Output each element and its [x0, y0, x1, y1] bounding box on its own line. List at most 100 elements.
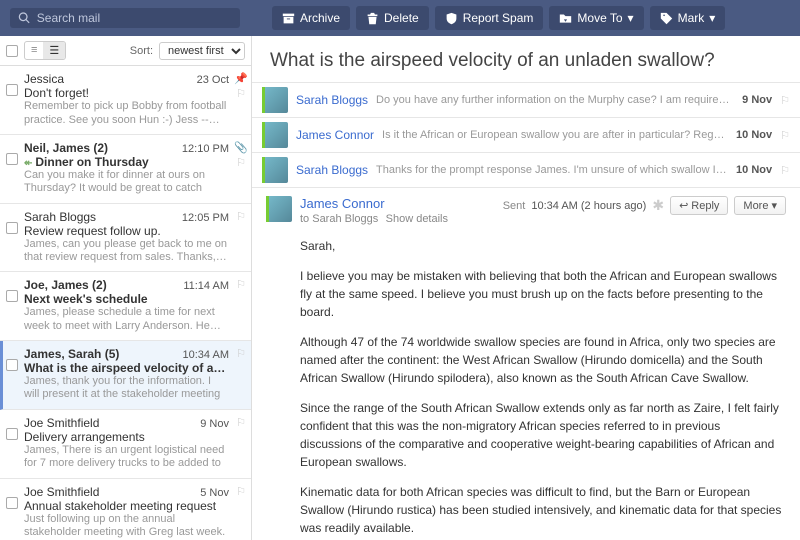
email-body: Sarah, I believe you may be mistaken wit… — [266, 225, 786, 540]
view-toggle[interactable]: ≡ ☰ — [24, 41, 66, 60]
message-checkbox[interactable] — [6, 497, 18, 509]
chevron-down-icon: ▾ — [771, 199, 777, 212]
archive-icon — [282, 12, 295, 25]
message-subject: Review request follow up. — [24, 224, 229, 238]
thread-row[interactable]: Sarah Bloggs Do you have any further info… — [252, 82, 800, 117]
flag-icon[interactable]: ⚐ — [236, 278, 246, 291]
flag-icon[interactable]: ⚐ — [236, 87, 246, 100]
flag-icon[interactable]: ⚐ — [236, 156, 246, 169]
avatar — [266, 196, 292, 222]
report-spam-button[interactable]: Report Spam — [435, 6, 544, 30]
message-from: Joe Smithfield — [24, 416, 99, 430]
expanded-from[interactable]: James Connor — [300, 196, 495, 211]
thread-date: 10 Nov — [736, 164, 772, 176]
thread-date: 10 Nov — [736, 129, 772, 141]
message-checkbox[interactable] — [6, 222, 18, 234]
flag-icon[interactable]: ⚐ — [236, 416, 246, 429]
thread-row[interactable]: Sarah BloggsThanks for the prompt respon… — [252, 152, 800, 187]
message-from: James, Sarah (5) — [24, 347, 119, 361]
message-checkbox[interactable] — [6, 359, 18, 371]
compact-view-icon[interactable]: ≡ — [25, 42, 43, 59]
show-details-link[interactable]: Show details — [386, 213, 448, 225]
message-preview: Just following up on the annual stakehol… — [24, 513, 229, 540]
reply-button[interactable]: ↩Reply — [670, 196, 728, 215]
move-to-button[interactable]: Move To ▾ — [549, 6, 643, 30]
messages-scroll[interactable]: Jessica23 OctDon't forget!Remember to pi… — [0, 66, 251, 540]
delete-button[interactable]: Delete — [356, 6, 429, 30]
message-from: Joe, James (2) — [24, 278, 107, 292]
message-checkbox[interactable] — [6, 428, 18, 440]
thread-preview: Do you have any further information on t… — [376, 94, 734, 106]
message-subject: Annual stakeholder meeting request — [24, 499, 229, 513]
thread-row[interactable]: James ConnorIs it the African or Europea… — [252, 117, 800, 152]
folder-down-icon — [559, 12, 572, 25]
tag-icon — [660, 12, 673, 25]
chevron-down-icon: ▾ — [709, 11, 715, 25]
delete-label: Delete — [384, 11, 419, 25]
message-date: 10:34 AM — [183, 349, 229, 361]
list-view-icon[interactable]: ☰ — [43, 42, 65, 59]
message-date: 9 Nov — [200, 418, 229, 430]
list-header: ≡ ☰ Sort: newest first — [0, 36, 251, 66]
mark-label: Mark — [678, 11, 705, 25]
more-button[interactable]: More▾ — [734, 196, 786, 215]
message-preview: James, thank you for the information. I … — [24, 375, 229, 403]
archive-label: Archive — [300, 11, 340, 25]
message-date: 23 Oct — [197, 74, 229, 86]
avatar — [262, 87, 288, 113]
sort-select[interactable]: newest first — [159, 42, 245, 60]
attachment-icon: 📎 — [234, 141, 248, 154]
message-preview: Can you make it for dinner at ours on Th… — [24, 169, 229, 197]
conversation-title: What is the airspeed velocity of an unla… — [252, 36, 800, 82]
message-row[interactable]: Neil, James (2)12:10 PM↞Dinner on Thursd… — [0, 135, 251, 204]
avatar — [262, 122, 288, 148]
search-wrap[interactable] — [10, 8, 240, 28]
shield-icon — [445, 12, 458, 25]
message-list-pane: ≡ ☰ Sort: newest first Jessica23 OctDon'… — [0, 36, 252, 540]
select-all-checkbox[interactable] — [6, 45, 18, 57]
message-date: 11:14 AM — [183, 280, 229, 292]
star-icon[interactable]: ✱ — [652, 197, 664, 214]
message-checkbox[interactable] — [6, 153, 18, 165]
thread-from: Sarah Bloggs — [296, 93, 368, 107]
message-time: 10:34 AM (2 hours ago) — [531, 200, 646, 212]
message-checkbox[interactable] — [6, 84, 18, 96]
message-subject: Delivery arrangements — [24, 430, 229, 444]
search-input[interactable] — [37, 11, 232, 25]
flag-icon[interactable]: ⚐ — [236, 485, 246, 498]
message-subject: ↞Dinner on Thursday — [24, 155, 229, 169]
flag-icon[interactable]: ⚐ — [780, 129, 790, 142]
message-from: Sarah Bloggs — [24, 210, 96, 224]
flag-icon[interactable]: ⚐ — [236, 347, 246, 360]
mark-button[interactable]: Mark ▾ — [650, 6, 726, 30]
message-row[interactable]: Joe Smithfield 5 NovAnnual stakeholder me… — [0, 479, 251, 540]
pin-icon[interactable]: 📌 — [234, 72, 248, 85]
reply-icon: ↞ — [24, 158, 32, 169]
message-from: Jessica — [24, 72, 64, 86]
message-row[interactable]: Joe, James (2) 11:14 AMNext week's schedu… — [0, 272, 251, 341]
reading-pane: What is the airspeed velocity of an unla… — [252, 36, 800, 540]
flag-icon[interactable]: ⚐ — [236, 210, 246, 223]
chevron-down-icon: ▾ — [628, 11, 634, 25]
message-checkbox[interactable] — [6, 290, 18, 302]
avatar — [262, 157, 288, 183]
thread-preview: Is it the African or European swallow yo… — [382, 129, 728, 141]
message-date: 5 Nov — [200, 487, 229, 499]
flag-icon[interactable]: ⚐ — [780, 164, 790, 177]
message-date: 12:05 PM — [182, 212, 229, 224]
expanded-message: James Connor to Sarah Bloggs Show detail… — [252, 187, 800, 540]
message-row[interactable]: James, Sarah (5)10:34 AMWhat is the airs… — [0, 341, 251, 410]
report-spam-label: Report Spam — [463, 11, 534, 25]
message-preview: James, can you please get back to me on … — [24, 238, 229, 266]
topbar: Archive Delete Report Spam Move To ▾ Mar… — [0, 0, 800, 36]
message-date: 12:10 PM — [182, 143, 229, 155]
archive-button[interactable]: Archive — [272, 6, 350, 30]
sort-label: Sort: — [130, 45, 153, 57]
message-subject: Next week's schedule — [24, 292, 229, 306]
message-row[interactable]: Joe Smithfield 9 NovDelivery arrangements… — [0, 410, 251, 479]
thread-date: 9 Nov — [742, 94, 772, 106]
message-from: Joe Smithfield — [24, 485, 99, 499]
flag-icon[interactable]: ⚐ — [780, 94, 790, 107]
message-row[interactable]: Sarah Bloggs 12:05 PMReview request follo… — [0, 204, 251, 273]
message-row[interactable]: Jessica23 OctDon't forget!Remember to pi… — [0, 66, 251, 135]
